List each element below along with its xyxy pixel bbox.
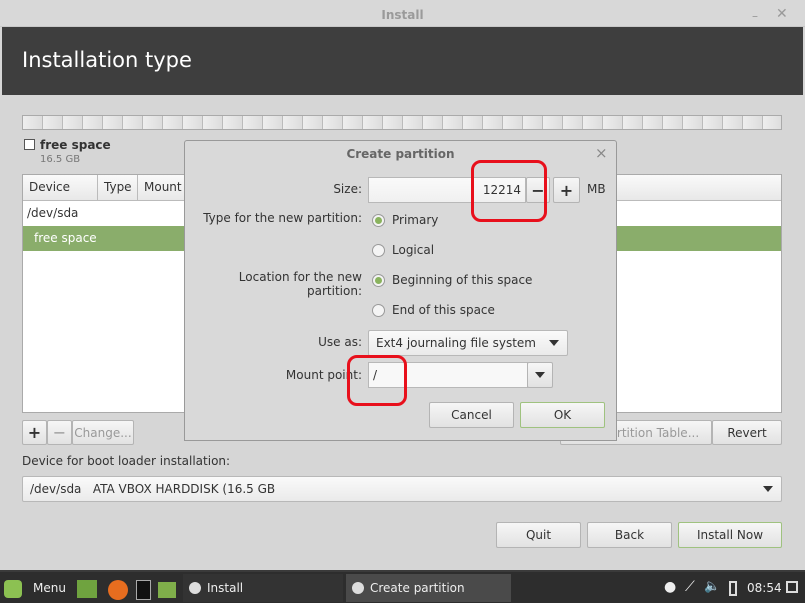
cancel-button[interactable]: Cancel (429, 402, 514, 428)
radio-beginning-label[interactable]: Beginning of this space (392, 273, 532, 287)
remove-partition-button[interactable]: − (47, 420, 72, 445)
annotation-mount-highlight (347, 355, 407, 406)
legend-label: free space (40, 138, 111, 152)
size-increase-button[interactable]: + (553, 177, 580, 203)
revert-button[interactable]: Revert (712, 420, 782, 445)
user-icon[interactable]: ● (664, 579, 676, 595)
taskbar-window-label: Create partition (370, 581, 465, 595)
disc-icon (189, 582, 201, 594)
add-partition-button[interactable]: + (22, 420, 47, 445)
taskbar-window-install[interactable]: Install (183, 574, 343, 602)
taskbar-window-label: Install (207, 581, 244, 595)
radio-logical[interactable] (372, 244, 385, 257)
show-desktop-icon[interactable] (77, 580, 97, 598)
boot-loader-select[interactable]: /dev/sda ATA VBOX HARDDISK (16.5 GB (22, 476, 782, 502)
radio-beginning[interactable] (372, 274, 385, 287)
legend-checkbox (24, 139, 35, 150)
minimize-icon[interactable]: – (752, 9, 758, 23)
annotation-size-highlight (471, 160, 547, 222)
chevron-down-icon (535, 372, 545, 378)
terminal-icon[interactable] (136, 580, 151, 600)
use-as-label: Use as: (318, 335, 362, 349)
dialog-close-icon[interactable]: × (595, 144, 608, 162)
column-type[interactable]: Type (98, 175, 138, 201)
quit-button[interactable]: Quit (496, 522, 581, 548)
boot-loader-label: Device for boot loader installation: (22, 454, 231, 468)
mint-logo-icon[interactable] (4, 580, 22, 598)
header: Installation type (2, 27, 803, 95)
use-as-value: Ext4 journaling file system (376, 336, 536, 350)
window-title: Install (381, 8, 424, 22)
files-icon[interactable] (158, 582, 176, 598)
title-bar: Install – ✕ (0, 0, 805, 27)
close-icon[interactable]: ✕ (776, 6, 788, 22)
ok-button[interactable]: OK (520, 402, 605, 428)
radio-end[interactable] (372, 304, 385, 317)
size-unit: MB (587, 182, 606, 196)
boot-loader-value: /dev/sda ATA VBOX HARDDISK (16.5 GB (30, 482, 276, 496)
size-label: Size: (333, 182, 362, 196)
radio-primary[interactable] (372, 214, 385, 227)
volume-icon[interactable]: 🔈 (704, 579, 720, 594)
radio-end-label[interactable]: End of this space (392, 303, 495, 317)
back-button[interactable]: Back (587, 522, 672, 548)
change-partition-button[interactable]: Change... (72, 420, 134, 445)
workspace-icon[interactable] (786, 581, 798, 593)
radio-logical-label[interactable]: Logical (392, 243, 434, 257)
battery-icon[interactable] (729, 581, 737, 596)
disc-icon (352, 582, 364, 594)
type-label: Type for the new partition: (203, 211, 362, 225)
dialog-title: Create partition (346, 147, 455, 161)
clock[interactable]: 08:54 (747, 581, 782, 595)
page-title: Installation type (22, 48, 192, 72)
menu-button[interactable]: Menu (33, 581, 66, 595)
radio-primary-label[interactable]: Primary (392, 213, 438, 227)
use-as-select[interactable]: Ext4 journaling file system (368, 330, 568, 356)
chevron-down-icon (763, 486, 773, 492)
partition-bar (22, 115, 782, 130)
chevron-down-icon (549, 340, 559, 346)
firefox-icon[interactable] (108, 580, 128, 600)
legend-size: 16.5 GB (40, 154, 81, 165)
network-icon[interactable]: ⟋ (685, 579, 695, 595)
install-now-button[interactable]: Install Now (678, 522, 782, 548)
taskbar: Menu Install Create partition ● ⟋ 🔈 08:5… (0, 570, 805, 603)
column-device[interactable]: Device (23, 175, 98, 201)
location-label: Location for the new partition: (238, 270, 362, 298)
mount-point-dropdown-button[interactable] (527, 362, 553, 388)
taskbar-window-create-partition[interactable]: Create partition (346, 574, 511, 602)
